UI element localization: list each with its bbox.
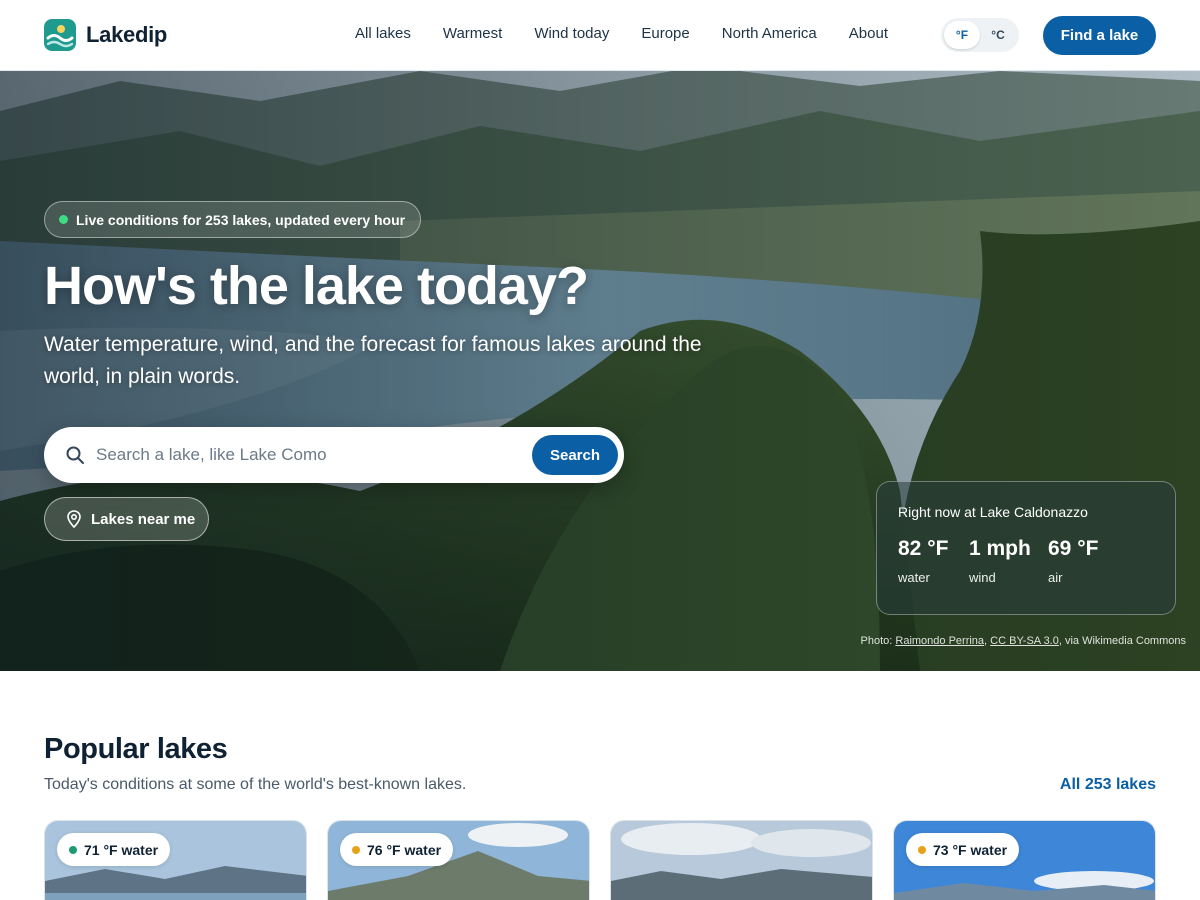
water-temp-badge: 71 °F water [57, 833, 171, 866]
lakes-near-me-label: Lakes near me [91, 510, 196, 528]
lake-card[interactable]: 71 °F water [44, 820, 307, 900]
wind-value: 1 mph [969, 537, 1031, 560]
search-button[interactable]: Search [532, 435, 618, 475]
search-icon [66, 446, 84, 464]
water-temp-badge: 76 °F water [340, 833, 454, 866]
lake-card[interactable]: 76 °F water [327, 820, 590, 900]
nav-warmest[interactable]: Warmest [443, 25, 502, 42]
air-temp-value: 69 °F [1048, 537, 1099, 560]
main-nav: All lakes Warmest Wind today Europe Nort… [355, 25, 920, 42]
status-dot-icon [69, 845, 77, 854]
nav-all-lakes[interactable]: All lakes [355, 25, 411, 42]
unit-fahrenheit-button[interactable]: °F [944, 21, 980, 49]
status-dot-icon [352, 845, 360, 854]
water-temp-stat: 82 °F water [898, 537, 948, 585]
nav-about[interactable]: About [849, 25, 888, 42]
site-header: Lakedip All lakes Warmest Wind today Eur… [0, 0, 1200, 71]
water-temp-badge: 73 °F water [906, 833, 1020, 866]
lake-card-photo [611, 821, 872, 900]
all-lakes-link[interactable]: All 253 lakes [1060, 776, 1156, 794]
credit-prefix: Photo: [860, 635, 893, 647]
wind-stat: 1 mph wind [969, 537, 1031, 585]
credit-suffix: , via Wikimedia Commons [1058, 635, 1186, 647]
lake-card[interactable] [610, 820, 873, 900]
water-temp-value: 82 °F [898, 537, 949, 560]
hero: Live conditions for 253 lakes, updated e… [0, 71, 1200, 671]
logo-link[interactable]: Lakedip [44, 19, 167, 51]
wave-logo-icon [44, 19, 76, 51]
lake-search: Search [44, 427, 624, 483]
water-temp-badge-text: 71 °F water [84, 841, 159, 858]
brand-name: Lakedip [86, 22, 168, 47]
lake-card[interactable]: 73 °F water [893, 820, 1156, 900]
credit-author-link[interactable]: Raimondo Perrina [895, 635, 984, 647]
water-temp-badge-text: 73 °F water [933, 841, 1008, 858]
live-status-text: Live conditions for 253 lakes, updated e… [76, 211, 406, 228]
current-conditions-card: Right now at Lake Caldonazzo 82 °F water… [876, 481, 1176, 615]
nav-wind-today[interactable]: Wind today [534, 25, 609, 42]
find-lake-button[interactable]: Find a lake [1043, 16, 1156, 55]
lakes-near-me-button[interactable]: Lakes near me [44, 497, 209, 541]
water-temp-label: water [898, 570, 930, 585]
hero-subtitle: Water temperature, wind, and the forecas… [44, 333, 702, 388]
wind-label: wind [969, 570, 996, 585]
credit-license-link[interactable]: CC BY-SA 3.0 [990, 635, 1059, 647]
hero-title: How's the lake today? [44, 256, 589, 316]
live-status-pill: Live conditions for 253 lakes, updated e… [44, 201, 422, 238]
water-temp-badge-text: 76 °F water [367, 841, 442, 858]
unit-celsius-button[interactable]: °C [980, 21, 1016, 49]
nav-north-america[interactable]: North America [722, 25, 817, 42]
popular-lakes-subtitle: Today's conditions at some of the world'… [44, 776, 467, 793]
map-pin-icon [67, 510, 81, 528]
current-conditions-title: Right now at Lake Caldonazzo [898, 504, 1088, 520]
air-temp-stat: 69 °F air [1048, 537, 1098, 585]
photo-credit: Photo: Raimondo Perrina, CC BY-SA 3.0, v… [860, 635, 1186, 647]
search-input[interactable] [96, 427, 516, 483]
status-dot-icon [918, 845, 926, 854]
nav-europe[interactable]: Europe [641, 25, 689, 42]
popular-lakes-title: Popular lakes [44, 733, 228, 765]
air-temp-label: air [1048, 570, 1063, 585]
unit-toggle: °F °C [941, 18, 1019, 52]
live-dot-icon [59, 215, 68, 224]
